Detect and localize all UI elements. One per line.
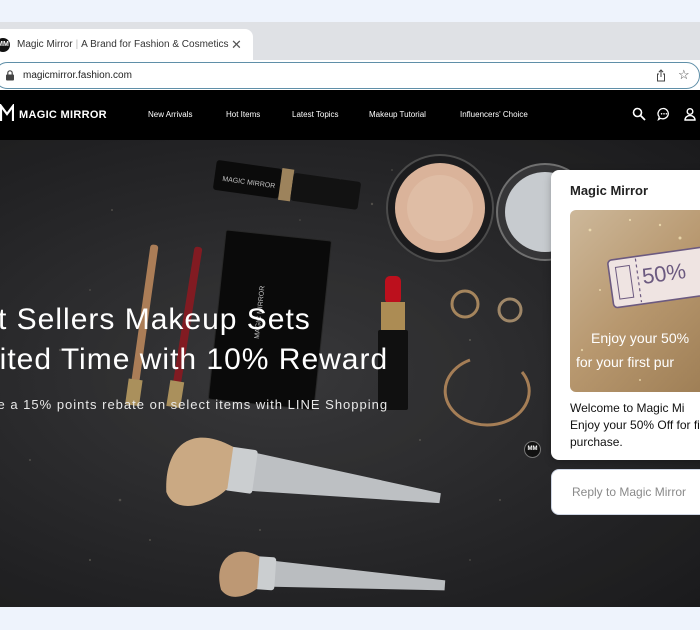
chat-icon[interactable] [657, 107, 671, 121]
address-bar[interactable]: magicmirror.fashion.com ☆ [0, 62, 700, 89]
star-icon[interactable]: ☆ [678, 67, 690, 83]
favicon-icon: MM [0, 38, 10, 52]
hero-title-line-2: nited Time with 10% Reward [0, 343, 389, 376]
chat-reply-input[interactable] [551, 469, 700, 515]
nav-makeup-tutorial[interactable]: Makeup Tutorial [369, 110, 426, 119]
site-header: MAGIC MIRROR New Arrivals Hot Items Late… [0, 90, 700, 140]
browser-tab[interactable]: MM Magic Mirror | A Brand for Fashion & Co… [0, 29, 253, 60]
brand-name[interactable]: MAGIC MIRROR [19, 109, 107, 121]
browser-window: MM Magic Mirror | A Brand for Fashion & Co… [0, 22, 700, 607]
promo-line-2: for your first pur [576, 354, 675, 370]
chat-title: Magic Mirror [570, 183, 649, 198]
nav-hot-items[interactable]: Hot Items [226, 110, 260, 119]
user-icon[interactable] [683, 107, 697, 121]
url-text[interactable]: magicmirror.fashion.com [23, 70, 132, 81]
promo-image[interactable]: 50% Enjoy your 50% for your first pur [570, 210, 700, 392]
lock-icon [6, 70, 14, 81]
hero-title-line-1: st Sellers Makeup Sets [0, 303, 311, 336]
tab-title-separator: | [75, 39, 79, 50]
chat-widget: Magic Mirror 50% Enjoy your 50% for your… [551, 170, 700, 460]
tab-title: Magic Mirror | A Brand for Fashion & Cosme… [17, 39, 228, 50]
chat-message: Welcome to Magic Mi Enjoy your 50% Off f… [570, 401, 700, 449]
tab-title-name: Magic Mirror [17, 39, 73, 50]
tab-title-suffix: A Brand for Fashion & Cosmetics [81, 39, 229, 50]
nav-latest-topics[interactable]: Latest Topics [292, 110, 339, 119]
tab-strip: MM Magic Mirror | A Brand for Fashion & Co… [0, 22, 700, 60]
search-icon[interactable] [632, 107, 646, 121]
brand-logo-icon[interactable] [0, 104, 14, 122]
hero-subtitle: ve a 15% points rebate on select items w… [0, 397, 389, 412]
promo-line-1: Enjoy your 50% [591, 330, 690, 346]
tab-close-icon[interactable]: ✕ [231, 37, 242, 53]
chat-avatar: MM [524, 441, 541, 458]
share-icon[interactable] [655, 69, 667, 82]
nav-influencers-choice[interactable]: Influencers' Choice [460, 110, 528, 119]
nav-new-arrivals[interactable]: New Arrivals [148, 110, 192, 119]
